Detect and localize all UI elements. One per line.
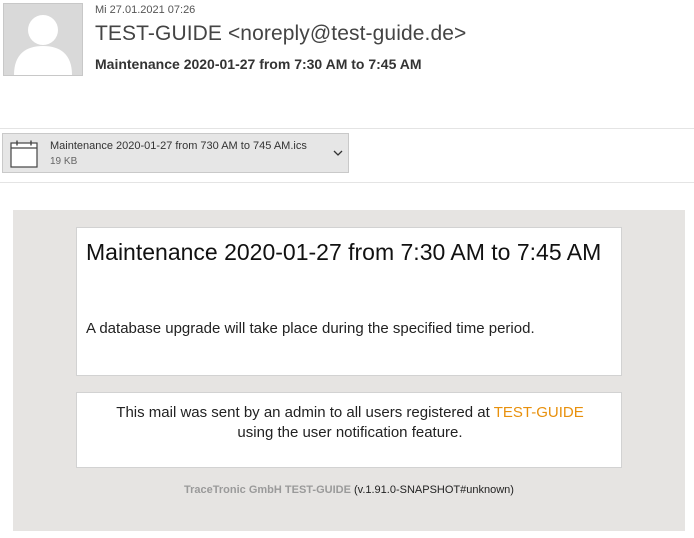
person-placeholder-icon — [4, 4, 82, 75]
attachment-size: 19 KB — [50, 156, 78, 167]
sender-name[interactable]: TEST-GUIDE <noreply@test-guide.de> — [95, 22, 466, 46]
attachment-item[interactable]: Maintenance 2020-01-27 from 730 AM to 74… — [2, 133, 349, 173]
test-guide-link[interactable]: TEST-GUIDE — [494, 404, 584, 421]
footer-version: (v.1.91.0-SNAPSHOT#unknown) — [353, 484, 514, 496]
footer: TraceTronic GmbH TEST-GUIDE (v.1.91.0-SN… — [13, 484, 685, 496]
notice-suffix: using the user notification feature. — [237, 424, 463, 441]
header-divider — [0, 128, 694, 129]
sender-avatar — [3, 3, 83, 76]
message-card: Maintenance 2020-01-27 from 7:30 AM to 7… — [76, 227, 622, 376]
calendar-icon — [10, 140, 38, 168]
chevron-down-icon[interactable] — [332, 148, 344, 158]
footer-org: TraceTronic GmbH TEST-GUIDE — [184, 484, 351, 496]
attachment-filename: Maintenance 2020-01-27 from 730 AM to 74… — [50, 140, 307, 152]
email-subject: Maintenance 2020-01-27 from 7:30 AM to 7… — [95, 56, 422, 72]
notice-text: This mail was sent by an admin to all us… — [77, 403, 623, 443]
notice-card: This mail was sent by an admin to all us… — [76, 392, 622, 468]
notice-prefix: This mail was sent by an admin to all us… — [116, 404, 490, 421]
received-date: Mi 27.01.2021 07:26 — [95, 4, 196, 16]
message-title: Maintenance 2020-01-27 from 7:30 AM to 7… — [86, 239, 602, 265]
attachment-divider — [0, 182, 694, 183]
message-body: A database upgrade will take place durin… — [86, 320, 535, 337]
